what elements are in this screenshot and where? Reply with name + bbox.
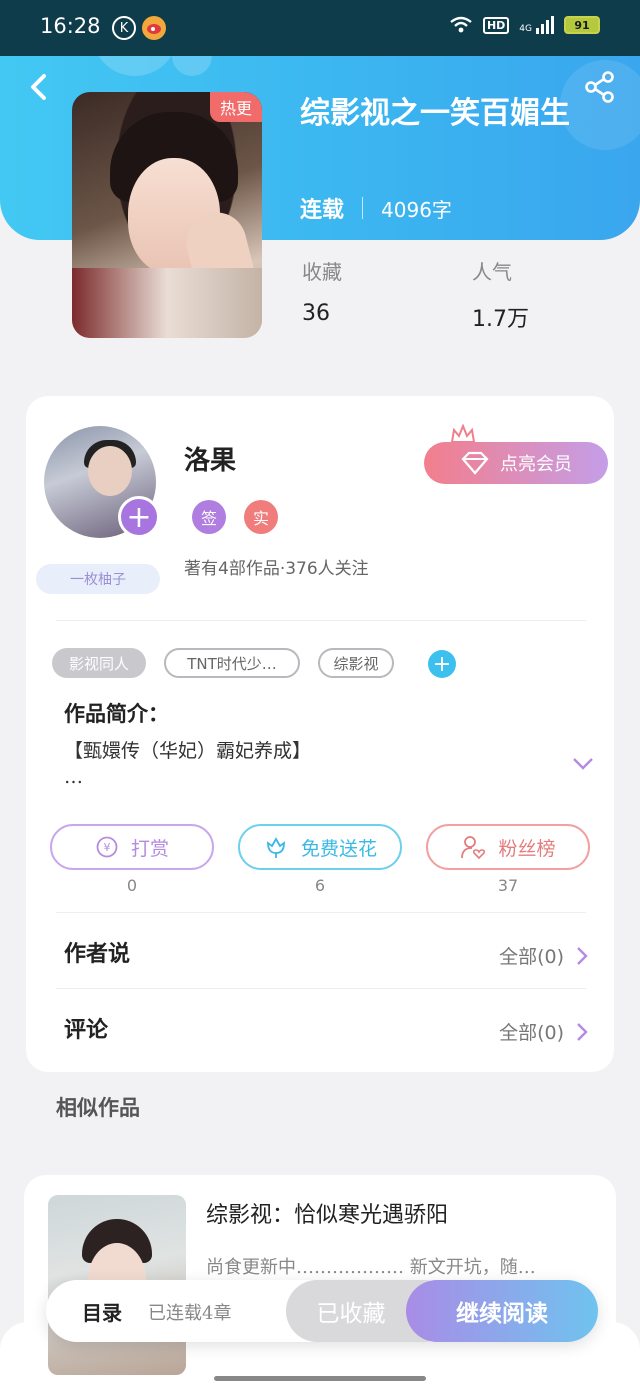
row-link-text: 全部(0) — [499, 1022, 564, 1044]
fan-ranking-button[interactable]: 粉丝榜 — [426, 824, 590, 870]
author-says-label: 作者说 — [64, 941, 131, 967]
stat-value: 36 — [302, 301, 330, 326]
follow-author-button[interactable]: + — [118, 496, 160, 538]
verified-badge: 实 — [244, 500, 278, 534]
expand-chevron-icon[interactable] — [572, 756, 594, 772]
k-app-icon: K — [112, 16, 136, 40]
chevron-right-icon — [577, 946, 588, 965]
author-says-all-link[interactable]: 全部(0) — [499, 942, 588, 969]
intro-text: 【甄嬛传（华妃）霸妃养成】 … — [64, 738, 311, 790]
avatar-art — [88, 446, 132, 496]
tip-label: 打赏 — [130, 837, 169, 860]
send-flower-label: 免费送花 — [300, 837, 377, 860]
book-detail-card: + 一枚柚子 洛果 签 实 著有4部作品·376人关注 点亮会员 影视同人 TN… — [26, 396, 614, 1072]
stat-label: 人气 — [472, 260, 512, 284]
crown-icon — [450, 424, 476, 443]
book-cover[interactable]: 热更 — [72, 92, 262, 338]
svg-text:¥: ¥ — [103, 841, 110, 854]
home-indicator[interactable] — [214, 1376, 426, 1381]
divider — [56, 912, 586, 913]
divider — [56, 988, 586, 989]
vip-button[interactable]: 点亮会员 — [424, 442, 608, 484]
row-link-text: 全部(0) — [499, 946, 564, 968]
book-title: 综影视之一笑百媚生 — [300, 96, 570, 131]
meta-divider — [362, 197, 364, 219]
collected-label: 已收藏 — [316, 1301, 386, 1327]
chapter-count: 已连载4章 — [148, 1303, 232, 1324]
tag-chip[interactable]: 综影视 — [318, 648, 394, 678]
chevron-left-icon — [31, 74, 46, 100]
user-heart-icon — [461, 836, 486, 860]
similar-work-title: 综影视：恰似寒光遇骄阳 — [206, 1203, 449, 1228]
tip-count: 0 — [126, 876, 138, 895]
fan-count: 37 — [497, 876, 519, 895]
hot-update-badge: 热更 — [210, 92, 262, 122]
battery-icon: 91 — [564, 16, 600, 34]
stat-favorites: 收藏 36 — [302, 256, 342, 326]
intro-line: … — [64, 766, 83, 788]
author-name[interactable]: 洛果 — [184, 440, 236, 477]
stat-popularity: 人气 1.7万 — [472, 256, 529, 333]
tag-chip[interactable]: TNT时代少… — [164, 648, 300, 678]
diamond-icon — [461, 451, 489, 475]
yuan-coin-icon: ¥ — [96, 836, 118, 858]
comments-all-link[interactable]: 全部(0) — [499, 1018, 588, 1045]
stat-label: 收藏 — [302, 260, 342, 284]
status-time: 16:28 — [40, 14, 101, 38]
comments-label: 评论 — [64, 1017, 109, 1043]
book-meta: 连载 4096字 — [300, 192, 452, 224]
hd-icon: HD — [482, 16, 510, 34]
author-tag: 一枚柚子 — [36, 564, 160, 594]
vip-button-label: 点亮会员 — [500, 454, 572, 475]
tip-button[interactable]: ¥ 打赏 — [50, 824, 214, 870]
divider — [56, 620, 586, 621]
stat-value: 1.7万 — [472, 307, 529, 332]
signed-badge: 签 — [192, 500, 226, 534]
flower-count: 6 — [314, 876, 326, 895]
bottom-action-bar: 目录 已连载4章 已收藏 继续阅读 — [46, 1280, 598, 1342]
fan-ranking-label: 粉丝榜 — [498, 837, 556, 860]
status-indicators: HD 4G 91 — [449, 16, 600, 34]
tag-chip[interactable]: 影视同人 — [52, 648, 146, 678]
back-button[interactable] — [24, 70, 54, 104]
cover-art — [72, 268, 262, 338]
send-flower-button[interactable]: 免费送花 — [238, 824, 402, 870]
wifi-icon — [450, 16, 472, 33]
add-tag-button[interactable]: + — [428, 650, 456, 678]
continue-reading-button[interactable]: 继续阅读 — [406, 1280, 598, 1342]
status-bar: 16:28 K HD 4G 91 — [0, 0, 640, 56]
similar-works-title: 相似作品 — [56, 1095, 140, 1120]
book-status: 连载 — [300, 197, 345, 223]
weibo-icon — [142, 16, 166, 40]
author-stats: 著有4部作品·376人关注 — [184, 559, 369, 579]
intro-title: 作品简介： — [64, 701, 169, 726]
similar-work-desc: 尚食更新中……………… 新文开坑，随… — [206, 1257, 536, 1278]
chevron-right-icon — [577, 1022, 588, 1041]
toc-button[interactable]: 目录 — [82, 1297, 122, 1326]
intro-line: 【甄嬛传（华妃）霸妃养成】 — [64, 740, 312, 762]
word-count: 4096字 — [381, 197, 452, 222]
flower-icon — [267, 837, 285, 858]
signal-icon: 4G — [519, 16, 554, 34]
